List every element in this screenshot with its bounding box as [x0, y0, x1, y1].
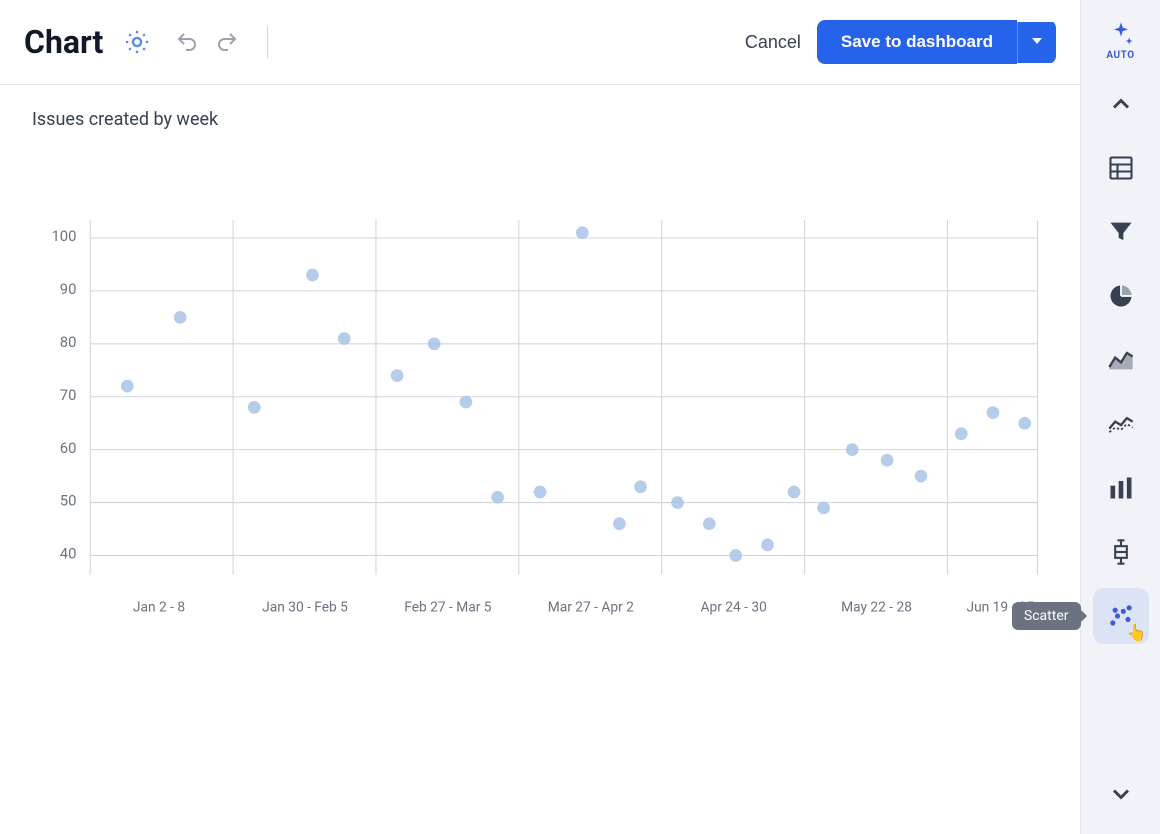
sidebar-item-up-arrow[interactable]: [1093, 76, 1149, 132]
svg-text:Mar 27 - Apr 2: Mar 27 - Apr 2: [548, 600, 634, 616]
auto-label: AUTO: [1106, 50, 1134, 61]
svg-text:Jun 19 - 25: Jun 19 - 25: [967, 600, 1035, 616]
table-icon: [1107, 154, 1135, 182]
save-dropdown-button[interactable]: [1017, 22, 1056, 63]
svg-text:Jan 2 - 8: Jan 2 - 8: [133, 600, 185, 616]
save-button-group: Save to dashboard: [817, 20, 1056, 64]
sidebar-item-down-arrow[interactable]: [1093, 766, 1149, 822]
chart-container: Issues created by week 100 90 80 70 60 5…: [0, 85, 1080, 834]
funnel-icon: [1107, 218, 1135, 246]
scatter-chart-svg: 100 90 80 70 60 50 40: [32, 146, 1048, 802]
sidebar: AUTO: [1080, 0, 1160, 834]
redo-button[interactable]: [211, 26, 243, 58]
settings-button[interactable]: [119, 24, 155, 60]
chevron-down-icon: [1107, 780, 1135, 808]
sidebar-item-filter[interactable]: [1093, 204, 1149, 260]
redo-icon: [215, 30, 239, 54]
sidebar-item-scatter-chart[interactable]: Scatter 👆: [1093, 588, 1149, 644]
sidebar-item-pie-chart[interactable]: [1093, 268, 1149, 324]
pie-icon: [1107, 282, 1135, 310]
sidebar-item-box-plot[interactable]: [1093, 524, 1149, 580]
svg-text:50: 50: [60, 492, 77, 510]
page-title: Chart: [24, 23, 103, 61]
cancel-button[interactable]: Cancel: [745, 32, 801, 53]
sidebar-item-area-chart[interactable]: [1093, 332, 1149, 388]
dropdown-arrow-icon: [1030, 34, 1044, 48]
svg-text:100: 100: [51, 227, 76, 245]
main-area: Chart Cancel: [0, 0, 1080, 834]
chart-wrapper: 100 90 80 70 60 50 40: [32, 146, 1048, 802]
header-divider: [267, 26, 268, 58]
svg-text:80: 80: [60, 333, 77, 351]
svg-text:70: 70: [60, 386, 77, 404]
gear-icon: [123, 28, 151, 56]
chart-title: Issues created by week: [32, 109, 1048, 130]
svg-text:90: 90: [60, 280, 77, 298]
undo-icon: [175, 30, 199, 54]
undo-redo-group: [171, 26, 243, 58]
sidebar-item-multi-line-chart[interactable]: [1093, 396, 1149, 452]
sidebar-item-bar-chart[interactable]: [1093, 460, 1149, 516]
save-to-dashboard-button[interactable]: Save to dashboard: [817, 20, 1017, 64]
svg-text:May 22 - 28: May 22 - 28: [841, 600, 912, 616]
area-chart-icon: [1107, 346, 1135, 374]
svg-text:Jan 30 - Feb 5: Jan 30 - Feb 5: [262, 600, 348, 616]
sidebar-item-table[interactable]: [1093, 140, 1149, 196]
chevron-up-icon: [1107, 90, 1135, 118]
svg-text:Apr 24 - 30: Apr 24 - 30: [701, 600, 767, 616]
boxplot-icon: [1107, 538, 1135, 566]
sparkle-icon: [1107, 20, 1135, 48]
header: Chart Cancel: [0, 0, 1080, 85]
scatter-icon: [1107, 602, 1135, 630]
svg-text:40: 40: [60, 545, 77, 563]
undo-button[interactable]: [171, 26, 203, 58]
header-actions: Cancel Save to dashboard: [745, 20, 1056, 64]
svg-text:Feb 27 - Mar 5: Feb 27 - Mar 5: [404, 600, 492, 616]
svg-text:60: 60: [60, 439, 77, 457]
multiline-icon: [1107, 410, 1135, 438]
bar-chart-icon: [1107, 474, 1135, 502]
sidebar-item-auto[interactable]: AUTO: [1093, 12, 1149, 68]
